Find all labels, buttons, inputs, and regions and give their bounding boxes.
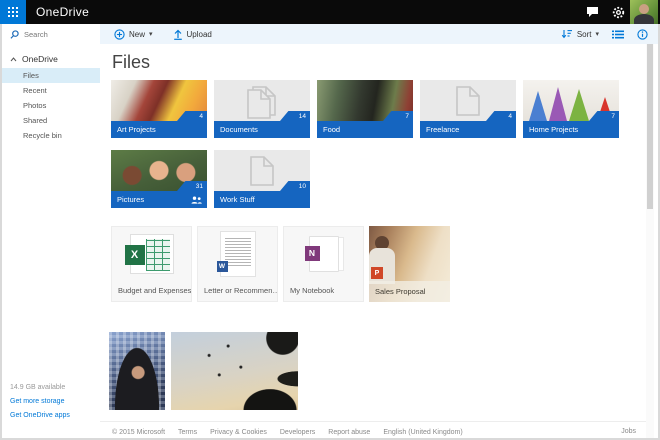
page-title: Files	[112, 52, 150, 73]
sidebar-item-recent[interactable]: Recent	[2, 83, 100, 98]
chevron-down-icon: ▾	[149, 30, 153, 38]
file-tile-budget-and-expenses[interactable]: X Budget and Expenses	[111, 226, 192, 302]
onenote-notebook-icon: N	[309, 236, 339, 272]
folder-name-bar: Work Stuff	[214, 191, 310, 208]
footer-link-language[interactable]: English (United Kingdom)	[383, 429, 462, 436]
upload-icon	[173, 29, 183, 40]
file-name: Letter or Recommen…	[198, 280, 277, 301]
file-tile-letter-or-recommendation[interactable]: W Letter or Recommen…	[197, 226, 278, 302]
folder-name-bar: Freelance	[420, 121, 516, 138]
footer-link-terms[interactable]: Terms	[178, 429, 197, 436]
folder-tile-art-projects[interactable]: 4 Art Projects	[111, 80, 207, 138]
sidebar-item-shared[interactable]: Shared	[2, 113, 100, 128]
file-preview: X	[112, 227, 191, 280]
folder-name-bar: Pictures	[111, 191, 207, 208]
folder-name-bar: Food	[317, 121, 413, 138]
file-name: My Notebook	[284, 280, 363, 301]
storage-available-text: 14.9 GB available	[10, 384, 70, 391]
footer-link-report-abuse[interactable]: Report abuse	[328, 429, 370, 436]
sidebar-root-label: OneDrive	[22, 54, 58, 64]
folder-tile-home-projects[interactable]: 7 Home Projects	[523, 80, 619, 138]
gear-icon	[612, 6, 625, 19]
sidebar-item-recycle-bin[interactable]: Recycle bin	[2, 128, 100, 143]
file-preview: W	[198, 227, 277, 280]
folder-tile-work-stuff[interactable]: 10 Work Stuff	[214, 150, 310, 208]
info-icon	[637, 29, 648, 40]
new-button-label: New	[129, 30, 145, 39]
list-view-icon	[612, 30, 624, 39]
app-launcher-button[interactable]	[0, 0, 26, 24]
folder-tile-food[interactable]: 7 Food	[317, 80, 413, 138]
folder-name-bar: Documents	[214, 121, 310, 138]
sort-button[interactable]: Sort ▾	[561, 29, 599, 39]
file-preview: N	[284, 227, 363, 280]
photo-tile-2[interactable]	[171, 332, 298, 410]
scrollbar-thumb[interactable]	[647, 44, 653, 209]
file-name: Sales Proposal	[369, 281, 450, 302]
app-title: OneDrive	[36, 0, 89, 24]
main-content: Files 4 Art Projects 14 Documents 7 Food	[100, 44, 658, 438]
sidebar: Search OneDrive Files Recent Photos Shar…	[2, 24, 100, 438]
shared-people-icon	[191, 196, 202, 204]
command-bar: New ▾ Upload Sort ▾	[100, 24, 658, 44]
folder-tile-documents[interactable]: 14 Documents	[214, 80, 310, 138]
get-more-storage-link[interactable]: Get more storage	[10, 398, 70, 405]
word-icon: W	[217, 261, 228, 272]
sort-button-label: Sort	[577, 30, 592, 39]
file-tile-my-notebook[interactable]: N My Notebook	[283, 226, 364, 302]
footer-link-jobs[interactable]: Jobs	[621, 428, 636, 435]
folder-tile-pictures[interactable]: 31 Pictures	[111, 150, 207, 208]
view-toggle-button[interactable]	[612, 30, 624, 39]
file-tile-sales-proposal[interactable]: P Sales Proposal	[369, 226, 450, 302]
folder-name-bar: Art Projects	[111, 121, 207, 138]
chevron-up-icon	[10, 57, 17, 62]
powerpoint-icon: P	[371, 267, 383, 279]
folder-name-bar: Home Projects	[523, 121, 619, 138]
file-name: Budget and Expenses	[112, 280, 191, 301]
word-document-preview: W	[220, 231, 256, 277]
upload-button[interactable]: Upload	[173, 29, 212, 40]
sidebar-item-files[interactable]: Files	[2, 68, 100, 83]
chevron-down-icon: ▾	[595, 30, 599, 38]
footer-link-privacy-cookies[interactable]: Privacy & Cookies	[210, 429, 267, 436]
settings-button[interactable]	[606, 0, 630, 24]
copyright-text: © 2015 Microsoft	[112, 429, 165, 436]
upload-button-label: Upload	[187, 30, 212, 39]
get-onedrive-apps-link[interactable]: Get OneDrive apps	[10, 412, 70, 419]
document-stack-icon	[247, 86, 277, 116]
user-avatar[interactable]	[630, 0, 658, 24]
photo-tile-1[interactable]	[109, 332, 165, 410]
info-button[interactable]	[637, 29, 648, 40]
sidebar-item-photos[interactable]: Photos	[2, 98, 100, 113]
sidebar-root-onedrive[interactable]: OneDrive	[10, 54, 58, 64]
footer: © 2015 Microsoft Terms Privacy & Cookies…	[100, 421, 648, 436]
document-icon	[250, 156, 274, 186]
search-icon	[10, 30, 19, 39]
excel-icon: X	[130, 234, 174, 274]
window-border-left	[0, 24, 2, 440]
footer-link-developers[interactable]: Developers	[280, 429, 315, 436]
plus-circle-icon	[114, 29, 125, 40]
new-button[interactable]: New ▾	[114, 29, 153, 40]
search-input[interactable]: Search	[2, 24, 100, 44]
document-icon	[456, 86, 480, 116]
chat-bubble-icon	[586, 6, 599, 18]
onenote-icon: N	[305, 246, 320, 261]
top-app-bar: OneDrive	[0, 0, 660, 24]
chat-button[interactable]	[580, 0, 604, 24]
folder-tile-freelance[interactable]: 4 Freelance	[420, 80, 516, 138]
onedrive-window: OneDrive New ▾ Uploa	[0, 0, 660, 440]
search-placeholder: Search	[24, 30, 48, 39]
waffle-icon	[8, 7, 19, 18]
sort-icon	[561, 29, 573, 39]
